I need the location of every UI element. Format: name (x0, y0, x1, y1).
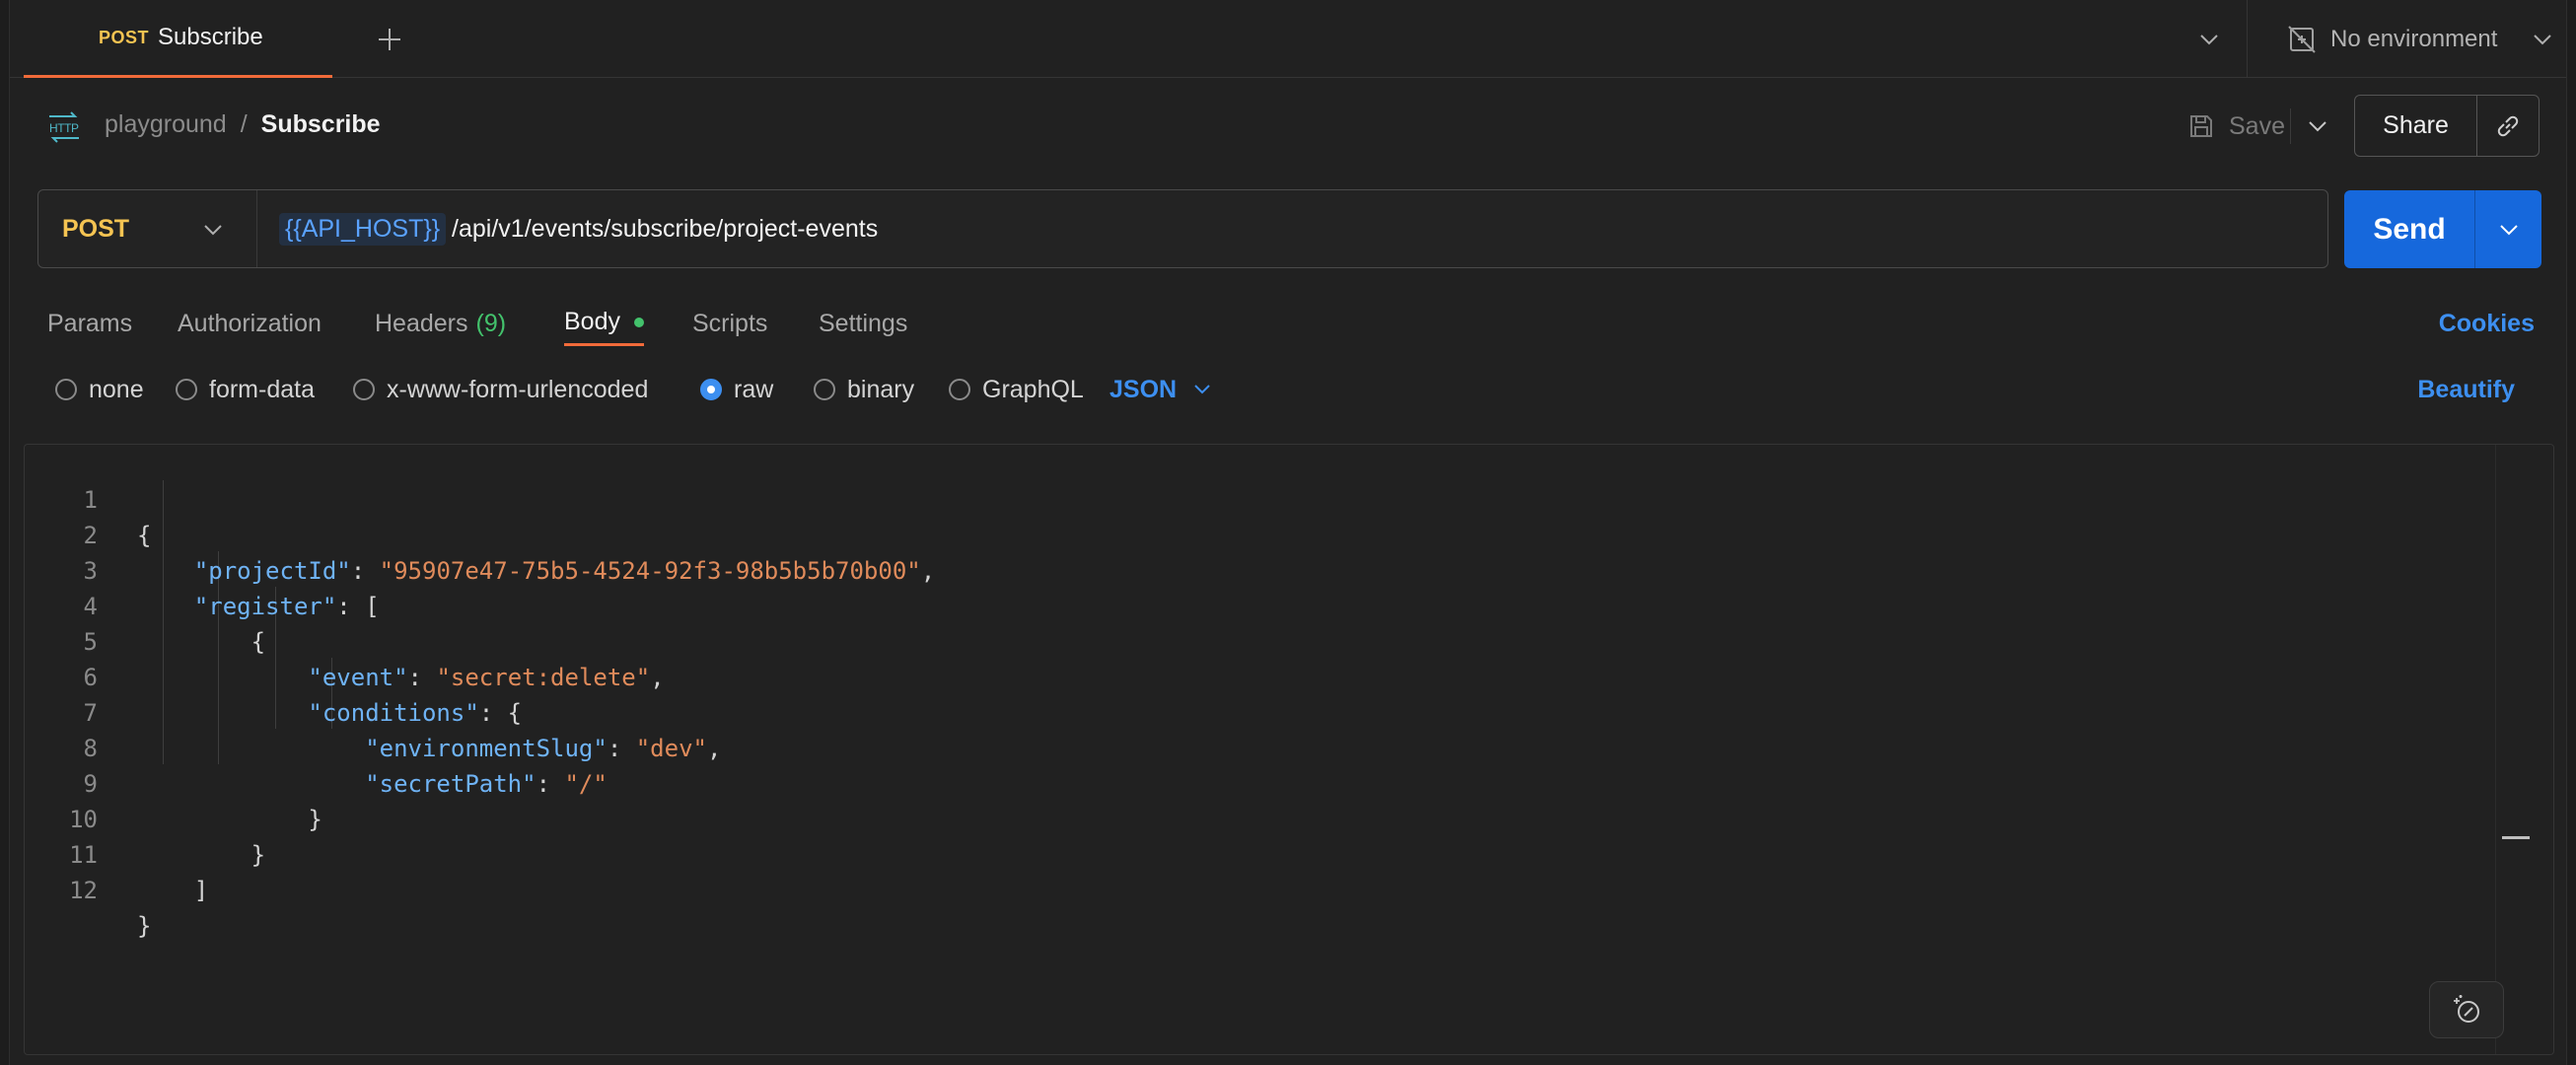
save-label: Save (2229, 111, 2285, 140)
tab-headers-label: Headers (375, 309, 468, 337)
tab-method-label: POST (99, 27, 150, 47)
save-divider (2290, 108, 2291, 144)
breadcrumb-collection[interactable]: playground (105, 110, 227, 139)
url-variable[interactable]: {{API_HOST}} (279, 212, 447, 246)
chevron-down-icon (1192, 384, 1212, 395)
body-type-form-data[interactable]: form-data (176, 369, 315, 410)
code-content: ] (137, 877, 209, 904)
chevron-down-icon (2309, 121, 2326, 132)
tab-headers[interactable]: Headers (9) (375, 301, 506, 346)
body-type-selector: none form-data x-www-form-urlencoded raw… (10, 365, 2566, 414)
tabs-overflow-button[interactable] (2189, 20, 2229, 59)
editor-overview-ruler (2495, 445, 2496, 1054)
send-options-button[interactable] (2475, 190, 2541, 268)
body-type-none-label: none (89, 375, 144, 403)
radio-form-data[interactable] (176, 379, 197, 400)
tab-name-label: Subscribe (158, 24, 263, 50)
tab-settings[interactable]: Settings (819, 301, 907, 346)
url-path: /api/v1/events/subscribe/project-events (452, 214, 879, 243)
radio-raw[interactable] (700, 379, 722, 400)
radio-urlencoded[interactable] (353, 379, 375, 400)
method-select[interactable]: POST (38, 190, 257, 267)
assistant-button[interactable] (2429, 981, 2504, 1038)
body-type-binary[interactable]: binary (814, 369, 914, 410)
code-line: 6 "conditions": { (25, 624, 2490, 727)
chevron-down-icon (2534, 35, 2551, 45)
assistant-icon (2454, 995, 2479, 1023)
code-line: 1 { (25, 447, 2490, 549)
url-input[interactable]: {{API_HOST}} /api/v1/events/subscribe/pr… (279, 212, 879, 246)
beautify-button[interactable]: Beautify (2417, 369, 2515, 410)
breadcrumb: playground / Subscribe (105, 110, 381, 139)
left-gutter (0, 0, 10, 1065)
code-line: 12 } (25, 837, 2490, 940)
code-content: } (137, 912, 152, 940)
code-line: 9 } (25, 731, 2490, 833)
code-line: 2 "projectId": "95907e47-75b5-4524-92f3-… (25, 482, 2490, 585)
environment-selector[interactable]: No environment (2247, 0, 2566, 78)
copy-link-button[interactable] (2477, 96, 2539, 156)
send-group: Send (2344, 190, 2541, 268)
code-line: 8 "secretPath": "/" (25, 695, 2490, 798)
tab-body[interactable]: Body (564, 301, 644, 346)
save-options-button[interactable] (2298, 106, 2337, 146)
environment-label: No environment (2330, 25, 2498, 52)
radio-none[interactable] (55, 379, 77, 400)
code-line: 11 ] (25, 802, 2490, 904)
body-type-raw[interactable]: raw (700, 369, 773, 410)
chevron-down-icon (204, 225, 222, 236)
save-icon (2190, 115, 2212, 137)
new-tab-button[interactable] (370, 20, 409, 59)
request-tab-bar: POST Subscribe No environment (10, 0, 2566, 78)
right-gutter (2566, 0, 2576, 1065)
scroll-position-marker[interactable] (2502, 836, 2530, 839)
chevron-down-icon (2499, 224, 2518, 235)
method-label: POST (62, 214, 130, 243)
tab-body-label: Body (564, 308, 620, 335)
url-bar: POST {{API_HOST}} /api/v1/events/subscri… (37, 189, 2328, 268)
code-line: 5 "event": "secret:delete", (25, 589, 2490, 691)
body-type-form-data-label: form-data (209, 375, 315, 403)
body-type-none[interactable]: none (55, 369, 144, 410)
share-button[interactable]: Share (2355, 96, 2477, 156)
link-icon (2497, 115, 2519, 136)
radio-graphql[interactable] (949, 379, 970, 400)
body-modified-dot (633, 317, 644, 327)
body-type-binary-label: binary (847, 375, 915, 403)
body-type-graphql-label: GraphQL (982, 375, 1084, 403)
svg-text:HTTP: HTTP (49, 121, 79, 135)
tab-authorization[interactable]: Authorization (178, 301, 322, 346)
body-format-label: JSON (1109, 375, 1178, 403)
share-group: Share (2354, 95, 2540, 157)
method-dropdown-toggle[interactable] (193, 210, 233, 249)
code-line: 4 { (25, 553, 2490, 656)
code-line: 3 "register": [ (25, 518, 2490, 620)
request-tab-subscribe[interactable]: POST Subscribe (24, 0, 332, 78)
plus-icon (379, 29, 400, 50)
body-type-urlencoded[interactable]: x-www-form-urlencoded (353, 369, 648, 410)
tab-scripts[interactable]: Scripts (692, 301, 767, 346)
chevron-down-icon (2200, 35, 2218, 45)
http-icon: HTTP (45, 110, 83, 149)
environment-dropdown-toggle[interactable] (2523, 20, 2562, 59)
save-button[interactable]: Save (2176, 105, 2297, 148)
body-format-select[interactable]: JSON (1109, 369, 1212, 410)
breadcrumb-request-name[interactable]: Subscribe (261, 110, 381, 139)
headers-count: (9) (475, 309, 507, 337)
breadcrumb-separator: / (240, 110, 248, 138)
tab-params[interactable]: Params (47, 301, 132, 346)
radio-binary[interactable] (814, 379, 835, 400)
body-code-editor[interactable]: 1 { 2 "projectId": "95907e47-75b5-4524-9… (24, 444, 2554, 1055)
code-line: 10 } (25, 766, 2490, 869)
send-button[interactable]: Send (2344, 190, 2475, 268)
cookies-link[interactable]: Cookies (2439, 301, 2535, 346)
request-config-tabs: Params Authorization Headers (9) Body Sc… (10, 291, 2566, 350)
breadcrumb-row: HTTP playground / Subscribe Save Share (10, 79, 2566, 174)
body-type-urlencoded-label: x-www-form-urlencoded (387, 375, 649, 403)
no-environment-icon (2288, 25, 2316, 53)
body-type-raw-label: raw (734, 375, 774, 403)
code-line: 7 "environmentSlug": "dev", (25, 660, 2490, 762)
line-number: 12 (69, 877, 98, 904)
body-type-graphql[interactable]: GraphQL (949, 369, 1084, 410)
